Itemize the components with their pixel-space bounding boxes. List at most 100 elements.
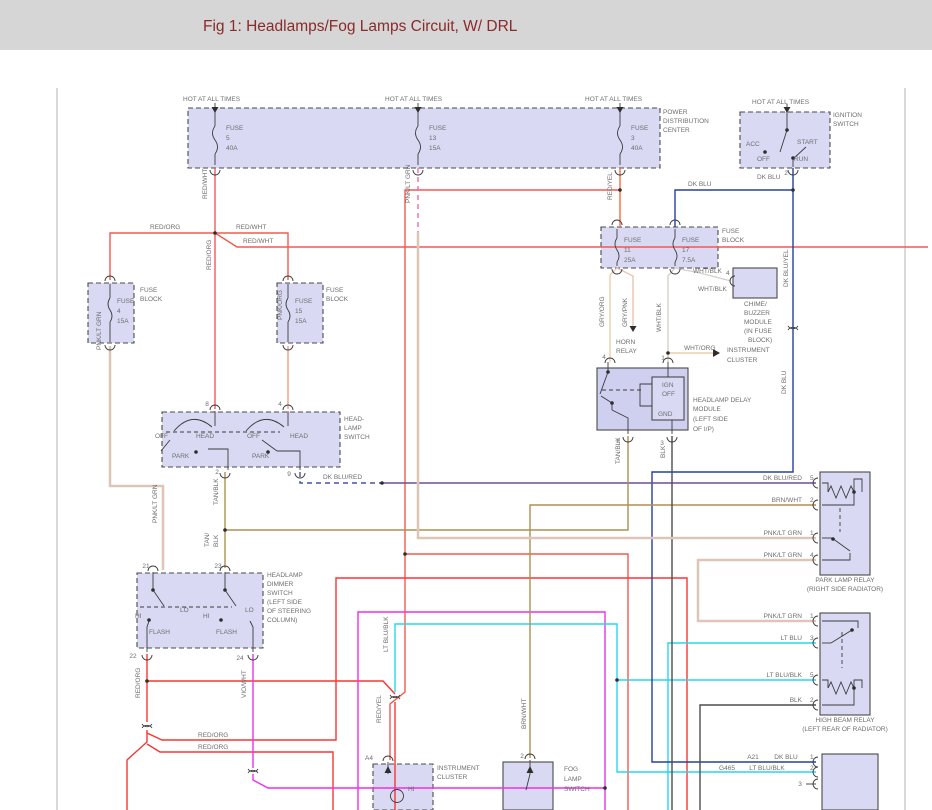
label-column: COLUMN) xyxy=(267,617,297,624)
label-high-beam-relay: HIGH BEAM RELAY xyxy=(815,717,875,724)
label-wht-blk: WHT/BLK xyxy=(693,268,723,275)
label-dk-blu-red: DK BLU/RED xyxy=(763,475,802,482)
label-15: 15 xyxy=(295,308,303,315)
pnk-ltgrn-park4-to-hb1-edge xyxy=(696,558,816,623)
label-25a: 25A xyxy=(624,257,636,264)
label-1: 1 xyxy=(810,613,814,620)
junction-dot xyxy=(615,678,619,682)
label-fuse: FUSE xyxy=(326,287,344,294)
junction-dot xyxy=(219,618,223,622)
high-beam-relay-box xyxy=(819,612,871,716)
junction-dot xyxy=(403,552,407,556)
label-cluster: CLUSTER xyxy=(727,357,758,364)
label-23: 23 xyxy=(214,563,222,570)
pnk-ltgrn-fuse4-to-dimmer21-edge xyxy=(108,346,165,570)
label-fuse: FUSE xyxy=(295,298,313,305)
label-15a: 15A xyxy=(117,318,129,325)
label-fuse: FUSE xyxy=(631,125,649,132)
label-blk: BLK xyxy=(213,534,220,547)
lt-blu-out xyxy=(667,642,816,810)
junction-dot xyxy=(147,618,151,622)
label-left-side: (LEFT SIDE xyxy=(267,599,303,606)
label-2: 2 xyxy=(810,497,814,504)
label-a21: A21 xyxy=(747,754,759,761)
junction-dot xyxy=(785,128,789,132)
label-3: 3 xyxy=(810,635,814,642)
label-40a: 40A xyxy=(226,145,238,152)
label-15a: 15A xyxy=(295,318,307,325)
label-7-5a: 7.5A xyxy=(682,257,696,264)
label-dk-blu: DK BLU xyxy=(774,754,798,761)
label-hot-at-all-times: HOT AT ALL TIMES xyxy=(752,99,810,106)
red-org-to-fuse4 xyxy=(109,232,215,280)
label-dk-blu-yel: DK BLU/YEL xyxy=(783,249,790,287)
label-fuse: FUSE xyxy=(722,228,740,235)
figure-title: Fig 1: Headlamps/Fog Lamps Circuit, W/ D… xyxy=(203,18,518,35)
label-flash: FLASH xyxy=(149,629,170,636)
label-22: 22 xyxy=(129,653,137,660)
junction-dot xyxy=(223,528,227,532)
label-4: 4 xyxy=(726,270,730,277)
label-left-rear-of-radiator: (LEFT REAR OF RADIATOR) xyxy=(802,726,888,733)
junction-dot xyxy=(763,150,767,154)
label-lamp: LAMP xyxy=(344,425,362,432)
label-switch: SWITCH xyxy=(344,434,370,441)
label-24: 24 xyxy=(236,655,244,662)
label-fog: FOG xyxy=(564,766,578,773)
label-3: 3 xyxy=(631,135,635,142)
label-block: BLOCK xyxy=(326,296,349,303)
junction-dot xyxy=(618,188,622,192)
label-switch: SWITCH xyxy=(564,786,590,793)
label-15a: 15A xyxy=(429,145,441,152)
label-red-wht: RED/WHT xyxy=(202,169,209,199)
label-red-yel: RED/YEL xyxy=(607,172,614,200)
label-dk-blu-red: DK BLU/RED xyxy=(323,474,362,481)
lt-blu-blk-up xyxy=(394,623,618,692)
label-of-steering: OF STEERING xyxy=(267,608,311,615)
label-pnk-lt-grn: PNK/LT GRN xyxy=(405,164,412,203)
label-4: 4 xyxy=(278,401,282,408)
label-a4: A4 xyxy=(365,755,373,762)
label-1: 1 xyxy=(810,530,814,537)
label-5: 5 xyxy=(226,135,230,142)
label-hot-at-all-times: HOT AT ALL TIMES xyxy=(585,96,643,103)
label-fuse: FUSE xyxy=(117,298,135,305)
chime-buzzer-module-box xyxy=(732,267,778,299)
label-red-wht: RED/WHT xyxy=(236,224,266,231)
label-tan-blk: TAN/BLK xyxy=(615,437,622,464)
label-off: OFF xyxy=(247,433,260,440)
label-head: HEAD xyxy=(196,433,214,440)
label-ign: IGN xyxy=(662,382,674,389)
label-1: 1 xyxy=(661,355,665,362)
label-4: 4 xyxy=(117,308,121,315)
label-instrument: INSTRUMENT xyxy=(727,347,770,354)
junction-dot xyxy=(151,588,155,592)
label-fuse: FUSE xyxy=(429,125,447,132)
label-acc: ACC xyxy=(746,141,760,148)
label-dk-blu: DK BLU xyxy=(757,174,781,181)
label-headlamp-delay: HEADLAMP DELAY xyxy=(693,397,752,404)
label-head: HEAD- xyxy=(344,416,364,423)
label-lt-blu-blk: LT BLU/BLK xyxy=(766,672,802,679)
label-off: OFF xyxy=(155,433,168,440)
junction-dot xyxy=(194,450,198,454)
label-cluster: CLUSTER xyxy=(437,774,468,781)
label-wht-blk: WHT/BLK xyxy=(698,286,728,293)
label-red-org: RED/ORG xyxy=(135,668,142,698)
label-in-fuse: (IN FUSE xyxy=(744,328,772,335)
label-red-wht: RED/WHT xyxy=(243,238,273,245)
label-headlamp: HEADLAMP xyxy=(267,572,303,579)
label-5: 5 xyxy=(810,475,814,482)
label-fuse: FUSE xyxy=(682,237,700,244)
label-blk: BLK xyxy=(660,445,667,458)
label-hi: HI xyxy=(135,613,142,620)
label-g465: G465 xyxy=(719,765,735,772)
red-yel-to-cluster xyxy=(389,189,620,760)
label-gnd: GND xyxy=(658,411,673,418)
junction-dot xyxy=(831,537,835,541)
label-flash: FLASH xyxy=(216,629,237,636)
label-lt-blu: LT BLU xyxy=(781,635,803,642)
direction-arrow-icon xyxy=(629,326,637,332)
label-2: 2 xyxy=(810,697,814,704)
label-dimmer: DIMMER xyxy=(267,581,294,588)
